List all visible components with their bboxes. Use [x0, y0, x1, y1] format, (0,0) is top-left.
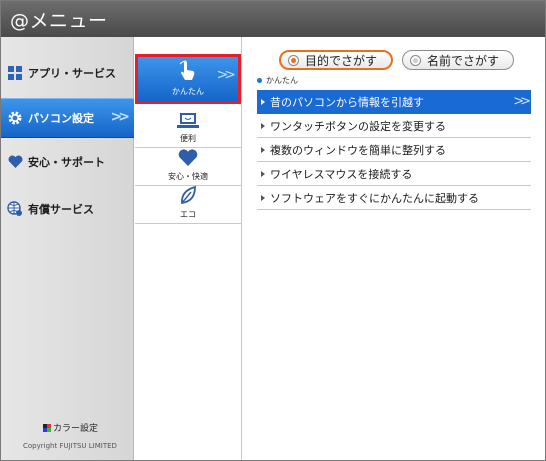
gear-icon [7, 110, 23, 126]
task-item-arrange-windows[interactable]: 複数のウィンドウを簡単に整列する [257, 138, 531, 162]
task-item-one-touch-button[interactable]: ワンタッチボタンの設定を変更する [257, 114, 531, 138]
triangle-right-icon [261, 98, 265, 105]
menu-window: @メニュー アプリ・サービス パソコン設定 >> 安心・サポート 有償サービス … [0, 0, 546, 461]
triangle-right-icon [261, 170, 265, 177]
chevron-right-icon: >> [110, 109, 131, 125]
radio-unselected-icon [410, 54, 422, 66]
sidebar-item-safety-support[interactable]: 安心・サポート [1, 142, 134, 182]
heart-icon [7, 154, 23, 170]
task-label: ワンタッチボタンの設定を変更する [270, 119, 446, 133]
radio-selected-icon [288, 54, 299, 66]
bullet-dot-icon [257, 78, 262, 83]
globe-icon [7, 201, 23, 217]
task-list: 昔のパソコンから情報を引越す >> ワンタッチボタンの設定を変更する 複数のウィ… [257, 90, 531, 210]
sidebar-item-pc-settings[interactable]: パソコン設定 >> [1, 98, 134, 138]
sidebar-item-apps-services[interactable]: アプリ・サービス [1, 53, 134, 93]
category-eco[interactable]: エコ [135, 180, 241, 224]
hand-pointer-icon [178, 60, 198, 84]
search-by-purpose-button[interactable]: 目的でさがす [279, 50, 394, 70]
window-title: @メニュー [10, 10, 108, 32]
search-by-name-button[interactable]: 名前でさがす [402, 50, 515, 70]
triangle-right-icon [261, 194, 265, 201]
chevron-right-icon: >> [216, 67, 237, 83]
task-label: 昔のパソコンから情報を引越す [270, 95, 424, 109]
sidebar-item-label: パソコン設定 [28, 112, 94, 125]
copyright-text: Copyright FUJITSU LIMITED [23, 442, 117, 450]
search-mode-label: 目的でさがす [305, 53, 378, 68]
category-column: かんたん >> 便利 安心・快適 エコ [135, 37, 242, 460]
breadcrumb-label: かんたん [266, 76, 298, 85]
sidebar-item-paid-services[interactable]: 有償サービス [1, 189, 134, 229]
leaf-icon [179, 185, 197, 207]
task-item-launch-software[interactable]: ソフトウェアをすぐにかんたんに起動する [257, 186, 531, 210]
task-item-migrate-data[interactable]: 昔のパソコンから情報を引越す >> [257, 90, 531, 114]
task-item-wireless-mouse[interactable]: ワイヤレスマウスを接続する [257, 162, 531, 186]
sidebar-item-label: 安心・サポート [28, 156, 105, 169]
title-bar: @メニュー [1, 1, 545, 37]
category-label: エコ [180, 210, 196, 219]
triangle-right-icon [261, 122, 265, 129]
task-label: ソフトウェアをすぐにかんたんに起動する [270, 191, 479, 205]
breadcrumb: かんたん [257, 75, 298, 86]
color-setting-link[interactable]: カラー設定 [43, 421, 98, 434]
chevron-right-icon: >> [513, 94, 531, 109]
heart-icon [178, 149, 198, 169]
category-kantan[interactable]: かんたん >> [135, 54, 241, 104]
search-mode-label: 名前でさがす [427, 53, 500, 68]
sidebar: アプリ・サービス パソコン設定 >> 安心・サポート 有償サービス カラー設定 … [1, 37, 134, 460]
task-label: 複数のウィンドウを簡単に整列する [270, 143, 446, 157]
search-mode-toggle: 目的でさがす 名前でさがす [279, 50, 515, 70]
category-label: かんたん [172, 87, 204, 96]
laptop-smile-icon [176, 112, 200, 131]
triangle-right-icon [261, 146, 265, 153]
task-label: ワイヤレスマウスを接続する [270, 167, 413, 181]
color-setting-label: カラー設定 [53, 424, 99, 434]
task-pane: 目的でさがす 名前でさがす かんたん 昔のパソコンから情報を引越す >> ワンタ… [243, 37, 545, 460]
sidebar-item-label: 有償サービス [28, 203, 94, 216]
color-palette-icon [43, 423, 51, 432]
apps-grid-icon [7, 65, 23, 81]
sidebar-item-label: アプリ・サービス [28, 67, 116, 80]
